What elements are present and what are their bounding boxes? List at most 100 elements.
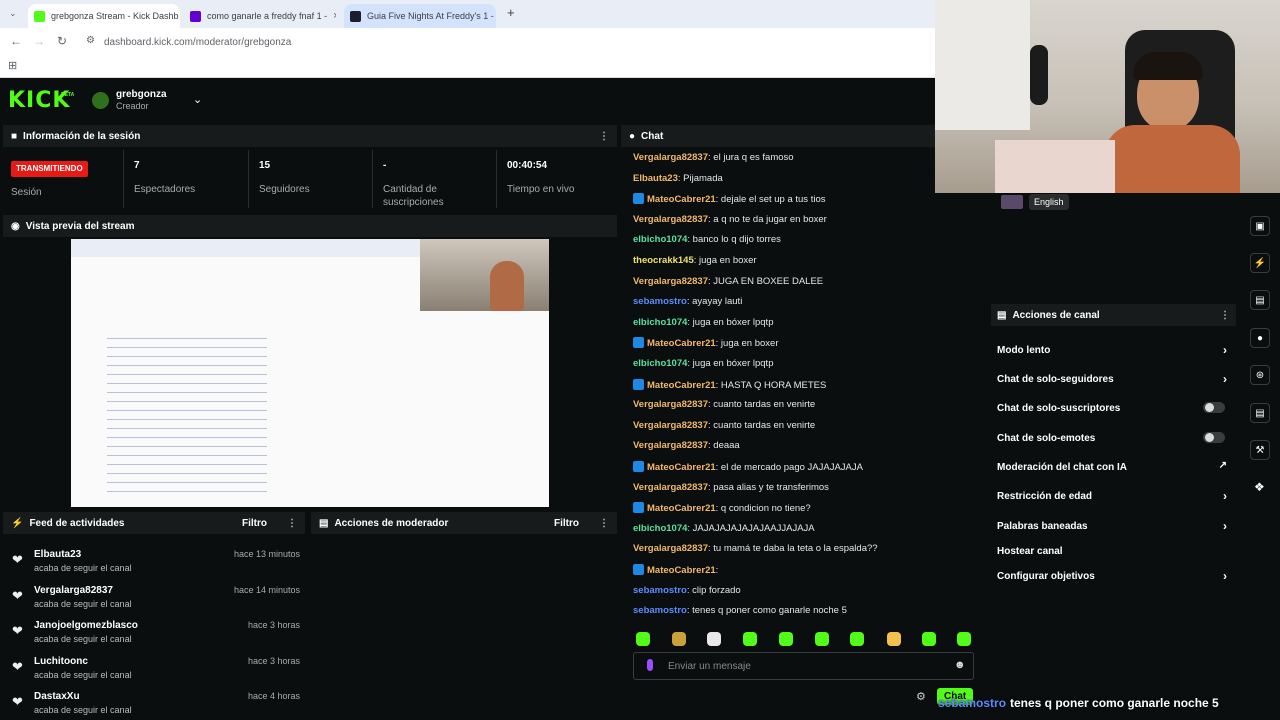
- channel-action-item[interactable]: Configurar objetivos ›: [997, 569, 1227, 583]
- channel-action-item[interactable]: Hostear canal: [997, 546, 1227, 557]
- chat-username[interactable]: Elbauta23: [633, 173, 678, 184]
- chat-username[interactable]: Vergalarga82837: [633, 420, 708, 431]
- channel-action-item[interactable]: Restricción de edad ›: [997, 489, 1227, 503]
- channel-action-item[interactable]: Chat de solo-emotes: [997, 432, 1227, 444]
- chat-username[interactable]: MateoCabrer21: [647, 338, 716, 349]
- emote-icon[interactable]: [957, 632, 971, 646]
- channel-action-item[interactable]: Chat de solo-suscriptores: [997, 402, 1227, 414]
- chat-settings-icon[interactable]: ⚙: [916, 690, 926, 703]
- chat-username[interactable]: sebamostro: [633, 605, 687, 616]
- follower-name[interactable]: DastaxXu: [34, 691, 80, 702]
- channel-action-item[interactable]: Palabras baneadas ›: [997, 519, 1227, 533]
- new-tab-icon[interactable]: +: [507, 5, 515, 20]
- chevron-right-icon[interactable]: ›: [1223, 569, 1227, 583]
- emote-icon[interactable]: [887, 632, 901, 646]
- chat-username[interactable]: MateoCabrer21: [647, 462, 716, 473]
- emote-icon[interactable]: [743, 632, 757, 646]
- browser-tab-guide[interactable]: Guia Five Nights At Freddy's 1 - ×: [344, 4, 496, 28]
- chat-message: sebamostro: ayayay lauti: [633, 296, 742, 307]
- follower-name[interactable]: Vergalarga82837: [34, 585, 113, 596]
- chat-username[interactable]: MateoCabrer21: [647, 380, 716, 391]
- chat-username[interactable]: Vergalarga82837: [633, 152, 708, 163]
- apps-grid-icon[interactable]: ⊞: [8, 59, 17, 72]
- url-field[interactable]: dashboard.kick.com/moderator/grebgonza: [104, 37, 291, 48]
- chat-username[interactable]: Vergalarga82837: [633, 543, 708, 554]
- chat-text: : q condicion no tiene?: [715, 503, 811, 515]
- wrench-icon[interactable]: ⚒: [1250, 440, 1270, 460]
- emote-icon[interactable]: [815, 632, 829, 646]
- stop-icon[interactable]: ▣: [1250, 216, 1270, 236]
- avatar[interactable]: [92, 92, 109, 109]
- chevron-right-icon[interactable]: ›: [1223, 343, 1227, 357]
- chat-username[interactable]: elbicho1074: [633, 317, 687, 328]
- more-options-icon[interactable]: ⋮: [1220, 310, 1230, 321]
- chat-username[interactable]: Vergalarga82837: [633, 276, 708, 287]
- chat-text: : cuanto tardas en venirte: [708, 419, 816, 431]
- chat-icon[interactable]: ●: [1250, 328, 1270, 348]
- stat-viewers: 7 Espectadores: [123, 150, 248, 208]
- follower-name[interactable]: Elbauta23: [34, 549, 81, 560]
- mic-icon[interactable]: [647, 659, 653, 671]
- broadcast-icon[interactable]: ⊛: [1250, 365, 1270, 385]
- bookmarks-bar: ⊞: [0, 56, 935, 78]
- chat-username[interactable]: sebamostro: [633, 296, 687, 307]
- more-options-icon[interactable]: ⋮: [287, 518, 297, 529]
- emote-icon[interactable]: [707, 632, 721, 646]
- more-options-icon[interactable]: ⋮: [599, 131, 609, 142]
- document-icon[interactable]: ▤: [1250, 290, 1270, 310]
- chat-input[interactable]: Enviar un mensaje ☻: [633, 652, 974, 680]
- timestamp: hace 3 horas: [247, 620, 300, 630]
- chevron-right-icon[interactable]: ›: [1223, 519, 1227, 533]
- browser-tab-kick[interactable]: grebgonza Stream - Kick Dashb ×: [28, 4, 180, 28]
- emoji-icon[interactable]: ☻: [954, 659, 966, 671]
- chevron-right-icon[interactable]: ›: [1223, 372, 1227, 386]
- preview-header: ◉ Vista previa del stream: [3, 215, 617, 237]
- channel-username[interactable]: grebgonza: [116, 89, 167, 100]
- more-options-icon[interactable]: ⋮: [599, 518, 609, 529]
- follower-name[interactable]: Janojoelgomezblasco: [34, 620, 138, 631]
- chat-username[interactable]: Vergalarga82837: [633, 440, 708, 451]
- channel-action-item[interactable]: Modo lento ›: [997, 343, 1227, 357]
- chat-message: theocrakk145: juga en boxer: [633, 255, 757, 266]
- chat-username[interactable]: MateoCabrer21: [647, 503, 716, 514]
- heart-icon: ❤: [12, 552, 23, 567]
- chat-username[interactable]: Vergalarga82837: [633, 399, 708, 410]
- chat-username[interactable]: Vergalarga82837: [633, 214, 708, 225]
- mod-filter-button[interactable]: Filtro: [554, 518, 579, 529]
- feed-filter-button[interactable]: Filtro: [242, 518, 267, 529]
- site-info-icon[interactable]: ⚙: [86, 35, 95, 46]
- chevron-down-icon[interactable]: ⌄: [193, 93, 202, 106]
- tab-list-chevron-icon[interactable]: ⌄: [9, 8, 17, 19]
- toggle-switch[interactable]: [1203, 432, 1225, 443]
- chat-username[interactable]: theocrakk145: [633, 255, 694, 266]
- emote-icon[interactable]: [850, 632, 864, 646]
- chat-text: : dejale el set up a tus tios: [715, 194, 826, 206]
- chat-username[interactable]: MateoCabrer21: [647, 194, 716, 205]
- layout-icon[interactable]: ▤: [1250, 403, 1270, 423]
- close-tab-icon[interactable]: ×: [333, 10, 336, 22]
- bolt-icon[interactable]: ⚡: [1250, 253, 1270, 273]
- browser-tab-search[interactable]: como ganarle a freddy fnaf 1 - ×: [184, 4, 336, 28]
- stream-preview-video[interactable]: [71, 239, 549, 507]
- external-link-icon[interactable]: ↗: [1219, 460, 1227, 471]
- emote-icon[interactable]: [779, 632, 793, 646]
- chat-username[interactable]: elbicho1074: [633, 234, 687, 245]
- chat-username[interactable]: elbicho1074: [633, 358, 687, 369]
- follower-name[interactable]: Luchitoonc: [34, 656, 88, 667]
- emote-icon[interactable]: [922, 632, 936, 646]
- chat-username[interactable]: elbicho1074: [633, 523, 687, 534]
- emote-icon[interactable]: [636, 632, 650, 646]
- emote-icon[interactable]: [672, 632, 686, 646]
- toggle-switch[interactable]: [1203, 402, 1225, 413]
- language-button[interactable]: English: [1029, 194, 1069, 210]
- puzzle-icon[interactable]: ❖: [1254, 480, 1265, 494]
- chat-username[interactable]: sebamostro: [633, 585, 687, 596]
- back-icon[interactable]: ←: [10, 34, 22, 48]
- chevron-right-icon[interactable]: ›: [1223, 489, 1227, 503]
- forward-icon[interactable]: →: [33, 34, 45, 48]
- channel-action-item[interactable]: Moderación del chat con IA ↗: [997, 460, 1227, 473]
- reload-icon[interactable]: ↻: [57, 34, 67, 48]
- chat-username[interactable]: MateoCabrer21: [647, 565, 716, 576]
- channel-action-item[interactable]: Chat de solo-seguidores ›: [997, 372, 1227, 386]
- chat-username[interactable]: Vergalarga82837: [633, 482, 708, 493]
